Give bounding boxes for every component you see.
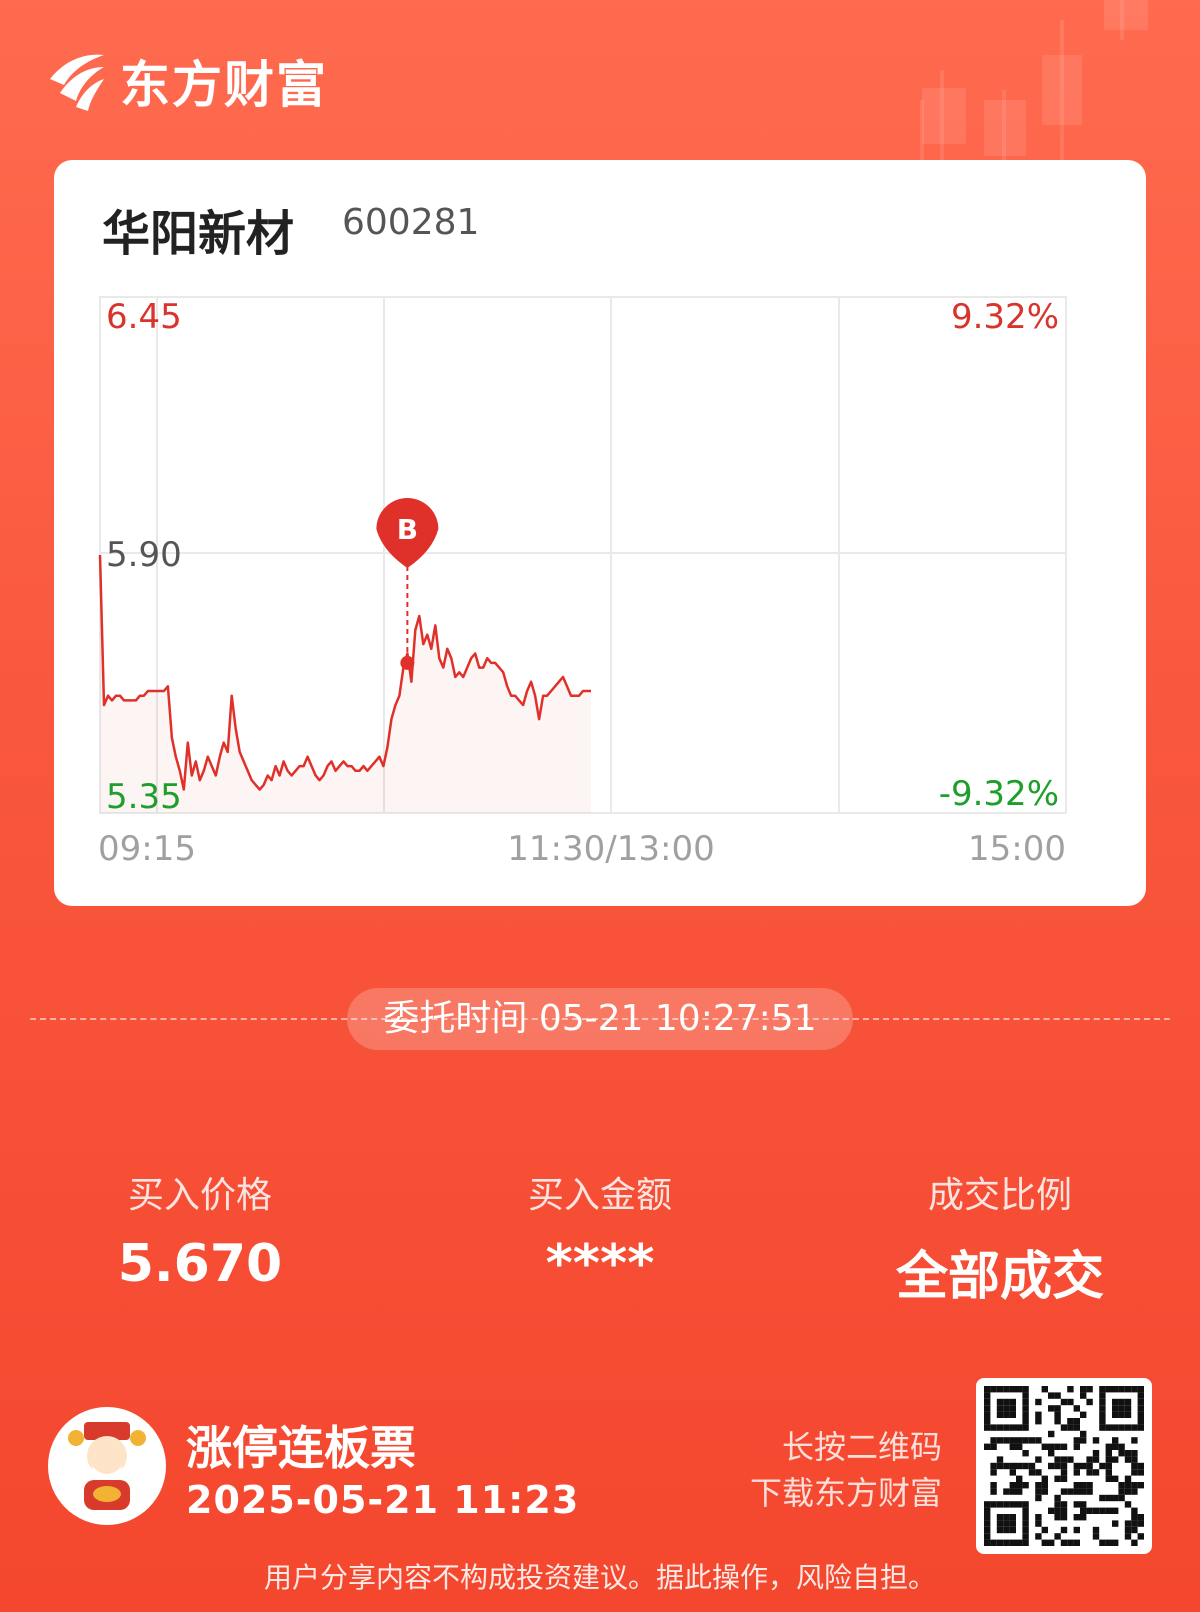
metric-buy-amount: 买入金额 **** — [450, 1166, 750, 1294]
avatar — [48, 1407, 166, 1525]
qr-hint-line: 下载东方财富 — [749, 1474, 942, 1512]
metric-label: 成交比例 — [927, 1175, 1072, 1216]
disclaimer: 用户分享内容不构成投资建议。据此操作，风险自担。 — [263, 1561, 936, 1594]
x-tick-label: 15:00 — [968, 829, 1066, 869]
app-logo: 东方财富 — [46, 45, 328, 117]
x-tick-label: 11:30/13:00 — [507, 829, 714, 869]
promo-title: 涨停连板票 — [186, 1421, 416, 1475]
qr-code[interactable] — [976, 1378, 1152, 1554]
y-label-mid: 5.90 — [106, 535, 182, 575]
stock-card: 华阳新材 600281 6.45 5.90 5.35 9.32% -9.32% … — [54, 160, 1146, 906]
qr-code-icon — [984, 1386, 1144, 1546]
buy-marker-dot — [400, 655, 415, 670]
qr-hint: 长按二维码 下载东方财富 — [742, 1424, 942, 1516]
app-logo-text: 东方财富 — [120, 56, 328, 114]
metric-value: **** — [545, 1234, 655, 1294]
y-label-bottom: 5.35 — [106, 777, 182, 817]
metric-buy-price: 买入价格 5.670 — [50, 1166, 350, 1294]
intraday-chart: 6.45 5.90 5.35 9.32% -9.32% 09:15 11:30/… — [98, 296, 1067, 869]
y-right-label-top: 9.32% — [951, 297, 1059, 337]
qr-hint-line: 长按二维码 — [781, 1428, 942, 1466]
promo-datetime: 2025-05-21 11:23 — [186, 1478, 580, 1522]
mascot-icon — [68, 1422, 146, 1510]
metric-label: 买入价格 — [127, 1175, 272, 1216]
metric-fill-ratio: 成交比例 全部成交 — [850, 1166, 1150, 1309]
eastmoney-logo-icon — [50, 54, 104, 111]
order-time-badge: 委托时间 05-21 10:27:51 — [347, 988, 853, 1050]
metric-label: 买入金额 — [527, 1175, 672, 1216]
y-right-label-bottom: -9.32% — [939, 774, 1059, 814]
y-label-top: 6.45 — [106, 297, 182, 337]
background-candles — [920, 0, 1148, 160]
price-area — [100, 555, 591, 813]
buy-marker-label: B — [397, 513, 418, 546]
x-tick-label: 09:15 — [98, 829, 196, 869]
metric-value: 5.670 — [117, 1234, 283, 1294]
metric-value: 全部成交 — [895, 1247, 1104, 1307]
